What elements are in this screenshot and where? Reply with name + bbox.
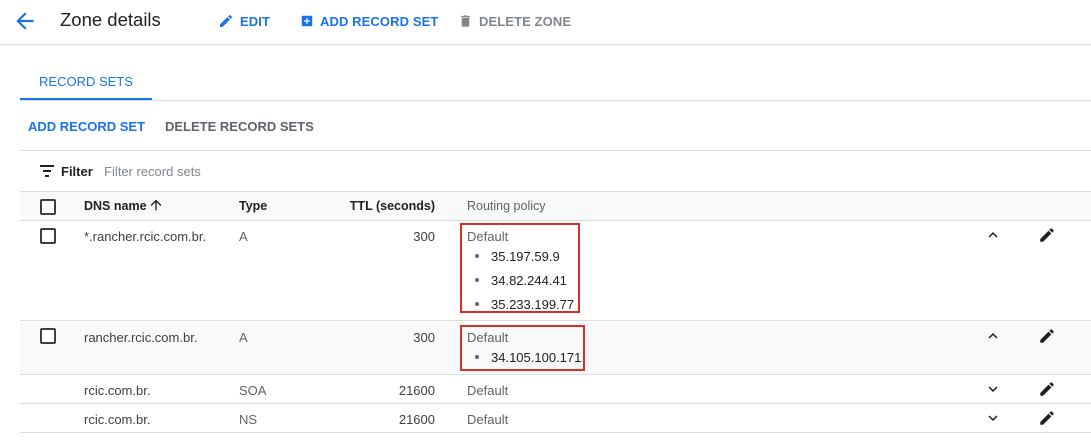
ip-address: 35.197.59.9 [491, 249, 560, 264]
table-row [20, 375, 1091, 404]
pencil-icon[interactable] [1038, 327, 1056, 345]
add-record-set-header-label: ADD RECORD SET [320, 13, 439, 29]
arrow-back-icon[interactable] [12, 8, 38, 34]
arrow-upward-icon[interactable] [148, 197, 164, 213]
pencil-icon[interactable] [1038, 226, 1056, 244]
row-checkbox[interactable] [40, 328, 56, 344]
ip-address: 35.233.199.77 [491, 297, 575, 312]
routing-policy-label: Default [467, 330, 509, 345]
top-header-bar: Zone details EDIT ADD RECORD SET DELETE … [0, 0, 1091, 45]
bullet [475, 355, 479, 359]
routing-policy-label: Default [467, 229, 509, 244]
tab-record-sets[interactable]: RECORD SETS [20, 66, 152, 100]
type-cell: NS [239, 412, 258, 427]
edit-button[interactable]: EDIT [218, 12, 270, 30]
ttl-cell: 300 [413, 229, 435, 244]
dns-name-cell: *.rancher.rcic.com.br. [84, 229, 207, 244]
select-all-checkbox[interactable] [40, 199, 56, 215]
column-header-routing-policy: Routing policy [467, 199, 546, 213]
type-cell: SOA [239, 383, 267, 398]
type-cell: A [239, 229, 248, 244]
dns-name-cell: rancher.rcic.com.br. [84, 330, 198, 345]
type-cell: A [239, 330, 248, 345]
add-box-icon [301, 15, 313, 27]
delete-record-sets-button[interactable]: DELETE RECORD SETS [165, 119, 314, 134]
chevron-up-icon[interactable] [984, 327, 1002, 345]
dns-name-cell: rcic.com.br. [84, 412, 151, 427]
add-record-set-header-button[interactable]: ADD RECORD SET [300, 12, 438, 30]
edit-button-label: EDIT [240, 13, 271, 29]
table-header [20, 191, 1091, 221]
pencil-icon[interactable] [1038, 409, 1056, 427]
dns-name-cell: rcic.com.br. [84, 383, 151, 398]
column-header-type[interactable]: Type [239, 199, 267, 213]
ip-address: 34.82.244.41 [491, 273, 567, 288]
ttl-cell: 300 [413, 330, 435, 345]
delete-zone-button[interactable]: DELETE ZONE [458, 12, 571, 30]
filter-label: Filter [61, 164, 93, 179]
action-divider [20, 150, 1091, 151]
pencil-icon[interactable] [1038, 380, 1056, 398]
bullet [475, 302, 479, 306]
pencil-icon [220, 14, 233, 27]
routing-policy-label: Default [467, 412, 509, 427]
column-header-ttl[interactable]: TTL (seconds) [335, 199, 435, 213]
column-header-dns-name[interactable]: DNS name [84, 199, 147, 213]
row-checkbox[interactable] [40, 228, 56, 244]
trash-icon [461, 15, 470, 27]
delete-zone-label: DELETE ZONE [479, 13, 572, 29]
chevron-up-icon[interactable] [984, 226, 1002, 244]
add-record-set-button[interactable]: ADD RECORD SET [28, 119, 145, 134]
page-title: Zone details [60, 9, 161, 30]
bullet [475, 278, 479, 282]
tab-record-sets-label: RECORD SETS [39, 74, 133, 89]
chevron-down-icon[interactable] [984, 409, 1002, 427]
routing-policy-label: Default [467, 383, 509, 398]
ip-address: 34.105.100.171 [491, 350, 582, 365]
ttl-cell: 21600 [398, 383, 435, 398]
ttl-cell: 21600 [398, 412, 435, 427]
tab-divider [20, 100, 1091, 101]
filter-list-icon [40, 165, 54, 177]
table-row [20, 404, 1091, 433]
chevron-down-icon[interactable] [984, 380, 1002, 398]
bullet [475, 254, 479, 258]
filter-input[interactable] [102, 160, 402, 182]
